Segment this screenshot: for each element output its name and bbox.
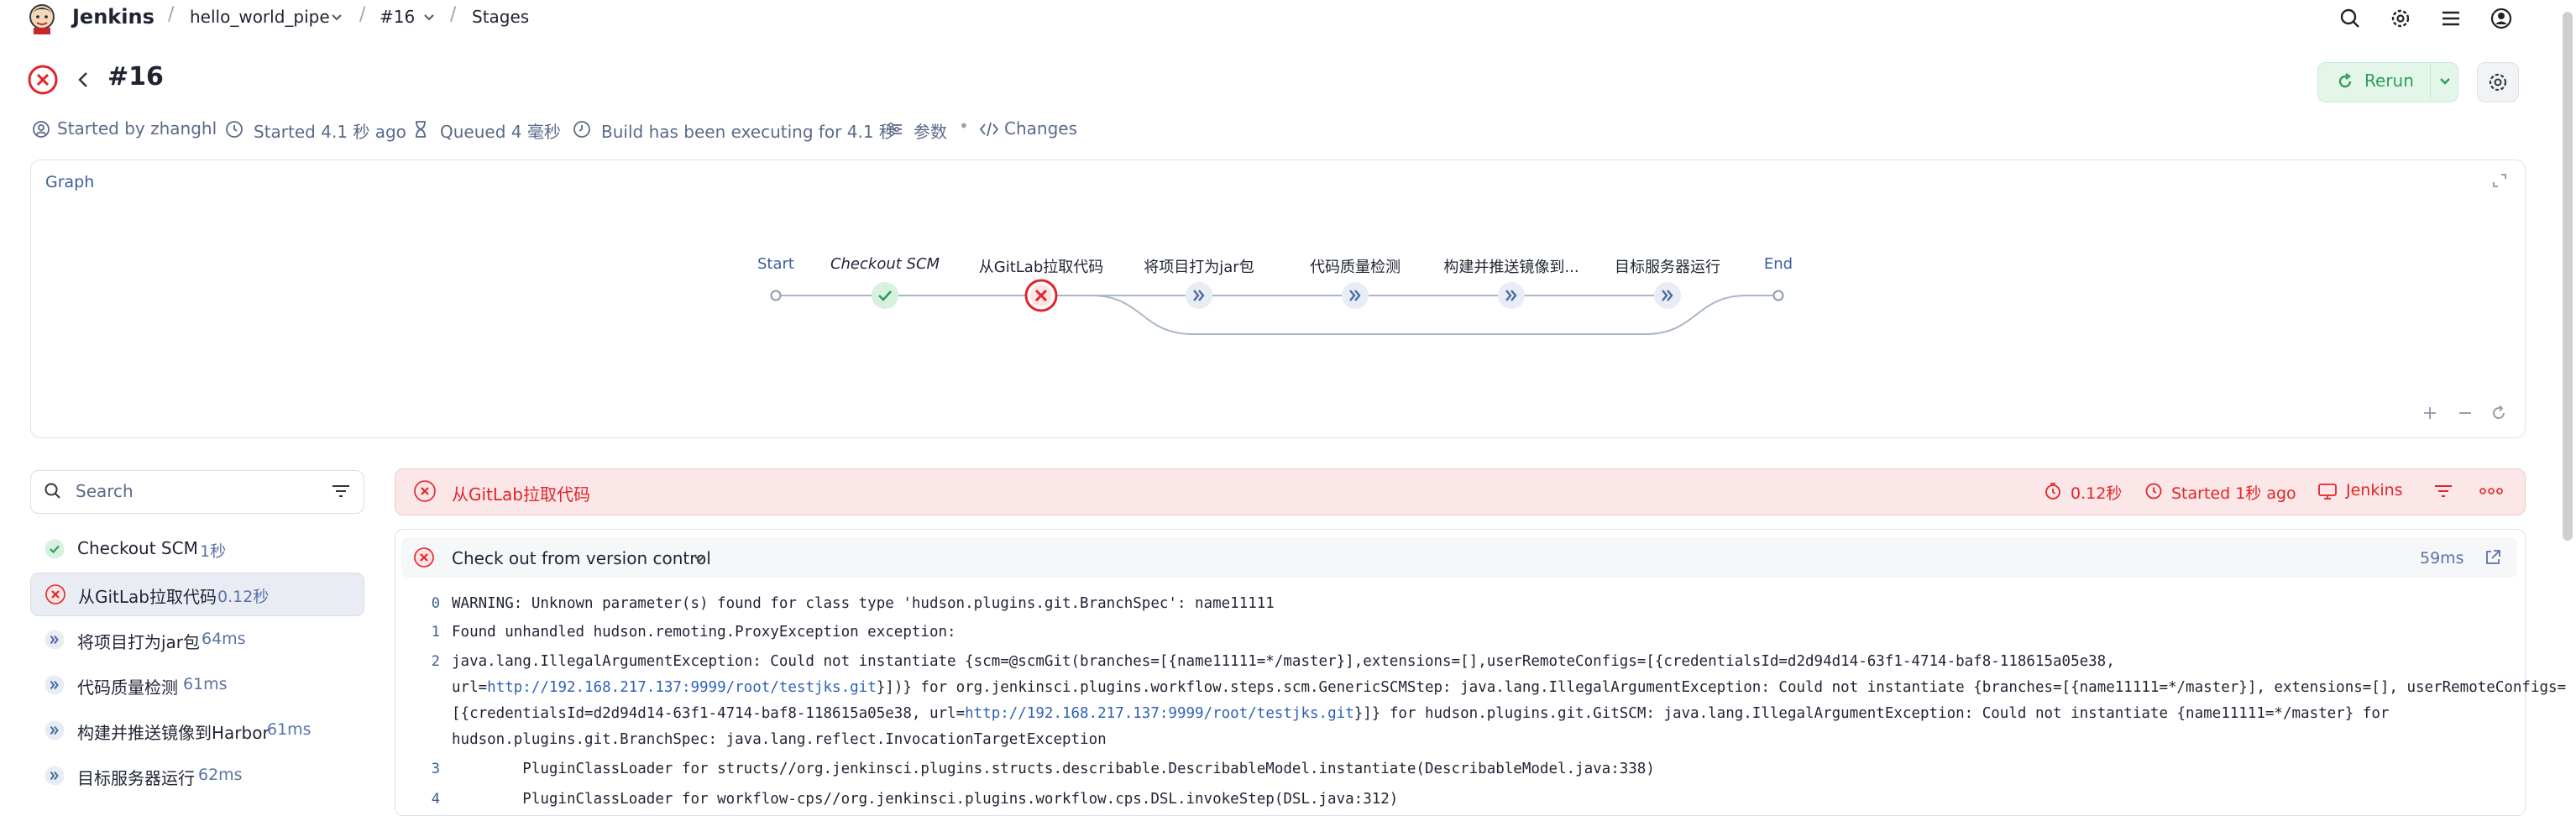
graph-node-label-checkout[interactable]: Checkout SCM [830,255,940,273]
log-line-number[interactable]: 0 [425,595,440,612]
log-line-number[interactable]: 1 [425,624,440,641]
failed-x-icon [413,479,437,503]
reset-zoom-icon[interactable] [2490,405,2507,421]
open-external-icon[interactable] [2484,548,2502,567]
graph-node-label-harbor[interactable]: 构建并推送镜像到... [1443,255,1579,277]
log-line: Found unhandled hudson.remoting.ProxyExc… [452,624,956,641]
more-options-icon[interactable] [2479,482,2504,500]
success-check-icon[interactable] [870,280,900,311]
log-line: WARNING: Unknown parameter(s) found for … [452,595,1275,612]
filter-icon[interactable] [331,482,351,500]
log-line-number[interactable]: 3 [425,761,440,777]
stage-name: 目标服务器运行 [77,768,195,788]
stage-detail-agent[interactable]: Jenkins [2346,481,2403,500]
log-line: url=http://192.168.217.137:9999/root/tes… [452,679,2566,696]
search-icon [44,482,62,500]
log-text: WARNING: Unknown parameter(s) found for … [452,595,1275,612]
clock-icon [2144,482,2163,500]
zoom-in-icon[interactable] [2422,405,2438,421]
graph-node-label-gitlab[interactable]: 从GitLab拉取代码 [979,255,1104,277]
skipped-icon [44,765,65,787]
stage-duration: 61ms [267,720,312,739]
log-text: }])} for org.jenkinsci.plugins.workflow.… [876,679,2567,696]
stage-item-quality[interactable]: 代码质量检测 61ms [30,663,363,705]
computer-icon [2317,482,2338,500]
stage-detail-started: Started 1秒 ago [2171,484,2296,503]
start-node-icon [769,289,783,302]
stage-name: 将项目打为jar包 [77,632,201,652]
duration-clock-icon [2044,482,2062,500]
log-text: java.lang.IllegalArgumentException: Coul… [452,653,2115,670]
stage-detail-name: 从GitLab拉取代码 [452,484,590,505]
stage-duration: 0.12秒 [217,588,270,606]
log-text: }]} for hudson.plugins.git.GitSCM: java.… [1353,705,2390,722]
stage-item-gitlab[interactable]: 从GitLab拉取代码 0.12秒 [30,573,364,616]
step-header[interactable] [401,537,2517,578]
step-title: Check out from version control [452,548,711,568]
pipeline-graph [776,295,1778,335]
log-line: hudson.plugins.git.BranchSpec: java.lang… [452,731,1107,748]
skipped-icon [44,629,65,651]
stage-name: 代码质量检测 [77,677,178,698]
skipped-icon[interactable] [1340,280,1370,311]
stage-search-input[interactable]: Search [76,481,134,501]
skipped-icon[interactable] [1184,280,1214,311]
stage-item-checkout[interactable]: Checkout SCM 1秒 [30,527,363,569]
stage-item-deploy[interactable]: 目标服务器运行 62ms [30,754,363,796]
log-text: PluginClassLoader for workflow-cps//org.… [452,791,1399,808]
log-line-number[interactable]: 2 [425,653,440,670]
log-text: PluginClassLoader for structs//org.jenki… [452,761,1655,777]
skipped-icon[interactable] [1496,280,1526,311]
failed-x-icon [45,583,66,605]
success-check-icon [44,538,65,560]
graph-node-label-deploy[interactable]: 目标服务器运行 [1615,255,1720,277]
log-line-number[interactable]: 4 [425,791,440,808]
log-text: Found unhandled hudson.remoting.ProxyExc… [452,624,956,641]
stage-name: 从GitLab拉取代码 [78,587,217,607]
log-line: PluginClassLoader for structs//org.jenki… [452,761,1655,777]
zoom-out-icon[interactable] [2457,405,2474,421]
stage-duration: 1秒 [200,542,227,561]
end-node-icon [1772,289,1785,302]
log-line: java.lang.IllegalArgumentException: Coul… [452,653,2115,670]
failed-x-icon [413,547,435,568]
stage-duration: 61ms [183,675,228,693]
log-text: url= [452,679,488,696]
skipped-icon[interactable] [1652,280,1683,311]
graph-node-label-start: Start [757,255,794,273]
log-line: [{credentialsId=d2d94d14-63f1-4714-baf8-… [452,705,2389,722]
log-url-link[interactable]: http://192.168.217.137:9999/root/testjks… [487,679,877,696]
stage-item-jar[interactable]: 将项目打为jar包 64ms [30,618,363,660]
graph-node-label-jar[interactable]: 将项目打为jar包 [1144,255,1254,277]
log-url-link[interactable]: http://192.168.217.137:9999/root/testjks… [965,705,1354,722]
log-text: hudson.plugins.git.BranchSpec: java.lang… [452,731,1107,748]
skipped-icon [44,674,65,696]
stage-detail-duration: 0.12秒 [2071,484,2123,503]
stage-item-harbor[interactable]: 构建并推送镜像到Harbor 61ms [30,709,363,751]
chevron-down-icon[interactable] [692,552,707,567]
stage-name: Checkout SCM [77,538,198,558]
skipped-icon [44,719,65,741]
step-duration: 59ms [2420,549,2464,568]
stage-duration: 62ms [198,766,243,784]
failed-x-icon[interactable] [1024,278,1059,313]
graph-node-label-end: End [1763,255,1793,273]
graph-node-label-quality[interactable]: 代码质量检测 [1310,255,1401,277]
stage-name: 构建并推送镜像到Harbor [77,723,270,743]
filter-icon[interactable] [2433,482,2453,500]
stage-duration: 64ms [202,630,246,648]
log-line: PluginClassLoader for workflow-cps//org.… [452,791,1398,808]
log-text: [{credentialsId=d2d94d14-63f1-4714-baf8-… [452,705,966,722]
